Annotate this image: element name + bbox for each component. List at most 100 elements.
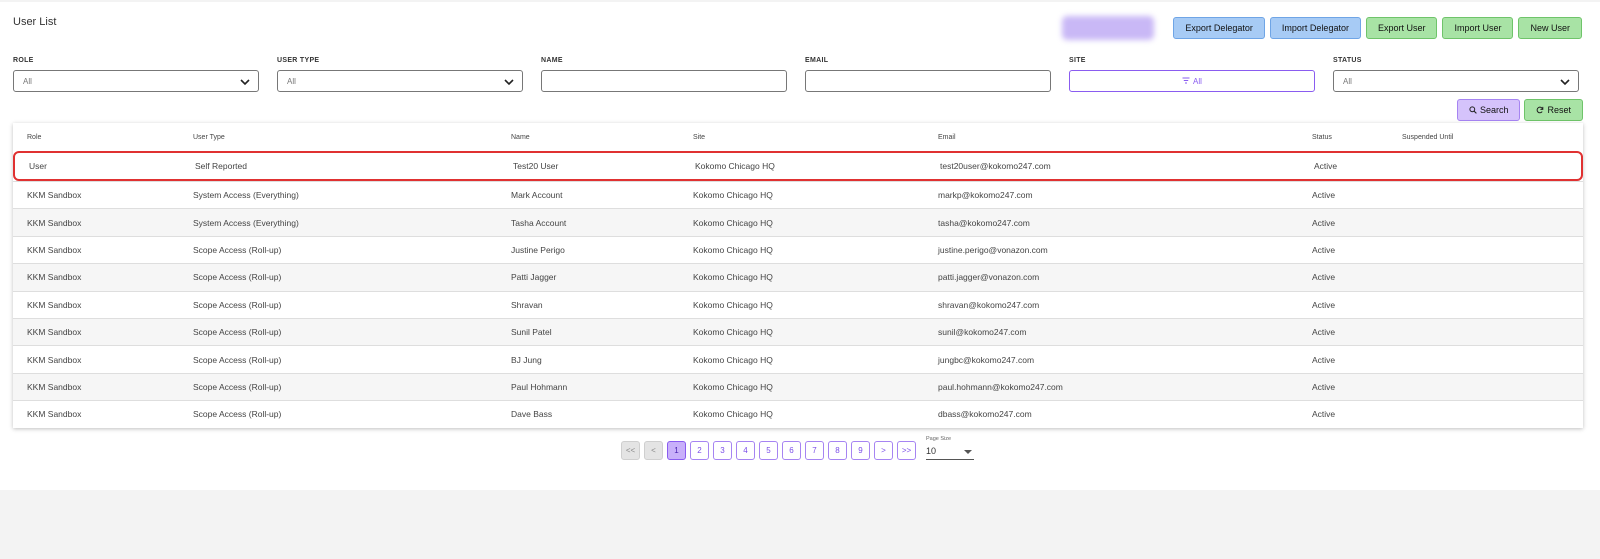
cell-user-type: Scope Access (Roll-up) bbox=[193, 354, 282, 365]
table-row[interactable]: KKM Sandbox Scope Access (Roll-up) Sunil P… bbox=[13, 317, 1583, 346]
cell-status: Active bbox=[1312, 327, 1336, 338]
page-button-3[interactable]: 3 bbox=[713, 440, 732, 460]
cell-role: KKM Sandbox bbox=[27, 217, 82, 228]
search-button[interactable]: Search bbox=[1456, 99, 1521, 121]
cell-user-type: Scope Access (Roll-up) bbox=[193, 381, 282, 392]
page-button-7[interactable]: 7 bbox=[805, 440, 824, 460]
role-select[interactable]: All bbox=[13, 70, 259, 92]
search-icon bbox=[1469, 106, 1477, 114]
table-row[interactable]: KKM Sandbox Scope Access (Roll-up) BJ Jung… bbox=[13, 345, 1583, 372]
cell-role: KKM Sandbox bbox=[27, 327, 82, 338]
role-filter-label: ROLE bbox=[13, 57, 34, 64]
cell-site: Kokomo Chicago HQ bbox=[693, 244, 773, 255]
page-button-9[interactable]: 9 bbox=[851, 440, 870, 460]
reset-button[interactable]: Reset bbox=[1524, 99, 1583, 121]
cell-user-type: Scope Access (Roll-up) bbox=[193, 244, 282, 255]
cell-role: KKM Sandbox bbox=[27, 381, 82, 392]
cell-user-type: Scope Access (Roll-up) bbox=[193, 299, 282, 310]
column-header-site[interactable]: Site bbox=[693, 134, 938, 141]
export-delegator-button[interactable]: Export Delegator bbox=[1173, 17, 1265, 39]
cell-status: Active bbox=[1312, 409, 1336, 420]
cell-name: Patti Jagger bbox=[511, 272, 557, 283]
site-filter-label: SITE bbox=[1069, 57, 1086, 64]
cell-email: sunil@kokomo247.com bbox=[938, 327, 1027, 338]
cell-name: Shravan bbox=[511, 299, 543, 310]
user-table: Role User Type Name Site Email Status Su… bbox=[13, 123, 1583, 428]
cell-status: Active bbox=[1312, 381, 1336, 392]
cell-site: Kokomo Chicago HQ bbox=[693, 217, 773, 228]
new-user-button[interactable]: New User bbox=[1518, 17, 1582, 39]
email-input[interactable] bbox=[805, 70, 1051, 92]
page-size-select[interactable]: Page Size 10 bbox=[926, 436, 974, 461]
cell-role: KKM Sandbox bbox=[27, 244, 82, 255]
cell-site: Kokomo Chicago HQ bbox=[693, 409, 773, 420]
table-row[interactable]: KKM Sandbox Scope Access (Roll-up) Dave Ba… bbox=[13, 400, 1583, 427]
cell-name: Mark Account bbox=[511, 190, 563, 201]
table-row[interactable]: KKM Sandbox System Access (Everything) Tas… bbox=[13, 208, 1583, 236]
cell-role: User bbox=[29, 161, 47, 171]
cell-status: Active bbox=[1312, 244, 1336, 255]
user-type-select[interactable]: All bbox=[277, 70, 523, 92]
prev-page-button[interactable]: < bbox=[644, 440, 663, 460]
column-header-name[interactable]: Name bbox=[511, 134, 693, 141]
page-size-value: 10 bbox=[926, 446, 937, 456]
cell-email: dbass@kokomo247.com bbox=[938, 409, 1032, 420]
status-filter: STATUS All bbox=[1333, 57, 1579, 92]
cell-status: Active bbox=[1312, 217, 1336, 228]
table-row[interactable]: KKM Sandbox System Access (Everything) Mar… bbox=[13, 181, 1583, 208]
cell-status: Active bbox=[1312, 272, 1336, 283]
status-select-value: All bbox=[1343, 76, 1352, 86]
cell-user-type: System Access (Everything) bbox=[193, 217, 299, 228]
cell-site: Kokomo Chicago HQ bbox=[693, 381, 773, 392]
cell-site: Kokomo Chicago HQ bbox=[695, 161, 775, 171]
role-filter: ROLE All bbox=[13, 57, 259, 92]
page-button-6[interactable]: 6 bbox=[782, 440, 801, 460]
table-row[interactable]: KKM Sandbox Scope Access (Roll-up) Justine… bbox=[13, 235, 1583, 263]
table-row[interactable]: KKM Sandbox Scope Access (Roll-up) Shravan… bbox=[13, 290, 1583, 318]
next-page-button[interactable]: > bbox=[874, 440, 893, 460]
user-type-filter-label: USER TYPE bbox=[277, 57, 320, 64]
column-header-role[interactable]: Role bbox=[13, 134, 193, 141]
cell-email: justine.perigo@vonazon.com bbox=[938, 244, 1048, 255]
site-picker-value: All bbox=[1193, 76, 1202, 86]
cell-site: Kokomo Chicago HQ bbox=[693, 190, 773, 201]
cell-name: Test20 User bbox=[513, 161, 559, 171]
status-filter-label: STATUS bbox=[1333, 57, 1362, 64]
page-button-5[interactable]: 5 bbox=[759, 440, 778, 460]
blurred-user-chip bbox=[1062, 16, 1155, 40]
column-header-suspended-until[interactable]: Suspended Until bbox=[1402, 134, 1552, 141]
user-type-filter: USER TYPE All bbox=[277, 57, 523, 92]
page-button-1[interactable]: 1 bbox=[667, 440, 686, 460]
name-input[interactable] bbox=[541, 70, 787, 92]
page-button-2[interactable]: 2 bbox=[690, 440, 709, 460]
page-button-4[interactable]: 4 bbox=[736, 440, 755, 460]
cell-role: KKM Sandbox bbox=[27, 354, 82, 365]
reset-button-label: Reset bbox=[1547, 105, 1571, 115]
column-header-user-type[interactable]: User Type bbox=[193, 134, 511, 141]
page-button-8[interactable]: 8 bbox=[828, 440, 847, 460]
cell-name: BJ Jung bbox=[511, 354, 542, 365]
chevron-down-icon bbox=[240, 79, 250, 86]
table-row-selected[interactable]: User Self Reported Test20 User Kokomo Chica… bbox=[13, 151, 1583, 181]
cell-site: Kokomo Chicago HQ bbox=[693, 299, 773, 310]
cell-email: patti.jagger@vonazon.com bbox=[938, 272, 1040, 283]
cell-email: shravan@kokomo247.com bbox=[938, 299, 1040, 310]
column-header-status[interactable]: Status bbox=[1312, 134, 1402, 141]
cell-email: paul.hohmann@kokomo247.com bbox=[938, 381, 1063, 392]
status-select[interactable]: All bbox=[1333, 70, 1579, 92]
last-page-button[interactable]: >> bbox=[897, 440, 916, 460]
import-user-button[interactable]: Import User bbox=[1442, 17, 1514, 39]
search-actions: Search Reset bbox=[1456, 99, 1583, 121]
cell-email: markp@kokomo247.com bbox=[938, 190, 1033, 201]
import-delegator-button[interactable]: Import Delegator bbox=[1269, 17, 1361, 39]
first-page-button[interactable]: << bbox=[621, 440, 640, 460]
table-row[interactable]: KKM Sandbox Scope Access (Roll-up) Paul Ho… bbox=[13, 372, 1583, 401]
cell-email: test20user@kokomo247.com bbox=[940, 161, 1051, 171]
site-filter: SITE All bbox=[1069, 57, 1315, 92]
page-title: User List bbox=[13, 16, 57, 28]
cell-role: KKM Sandbox bbox=[27, 272, 82, 283]
site-picker[interactable]: All bbox=[1069, 70, 1315, 92]
table-row[interactable]: KKM Sandbox Scope Access (Roll-up) Patti J… bbox=[13, 263, 1583, 291]
column-header-email[interactable]: Email bbox=[938, 134, 1312, 141]
export-user-button[interactable]: Export User bbox=[1365, 17, 1438, 39]
